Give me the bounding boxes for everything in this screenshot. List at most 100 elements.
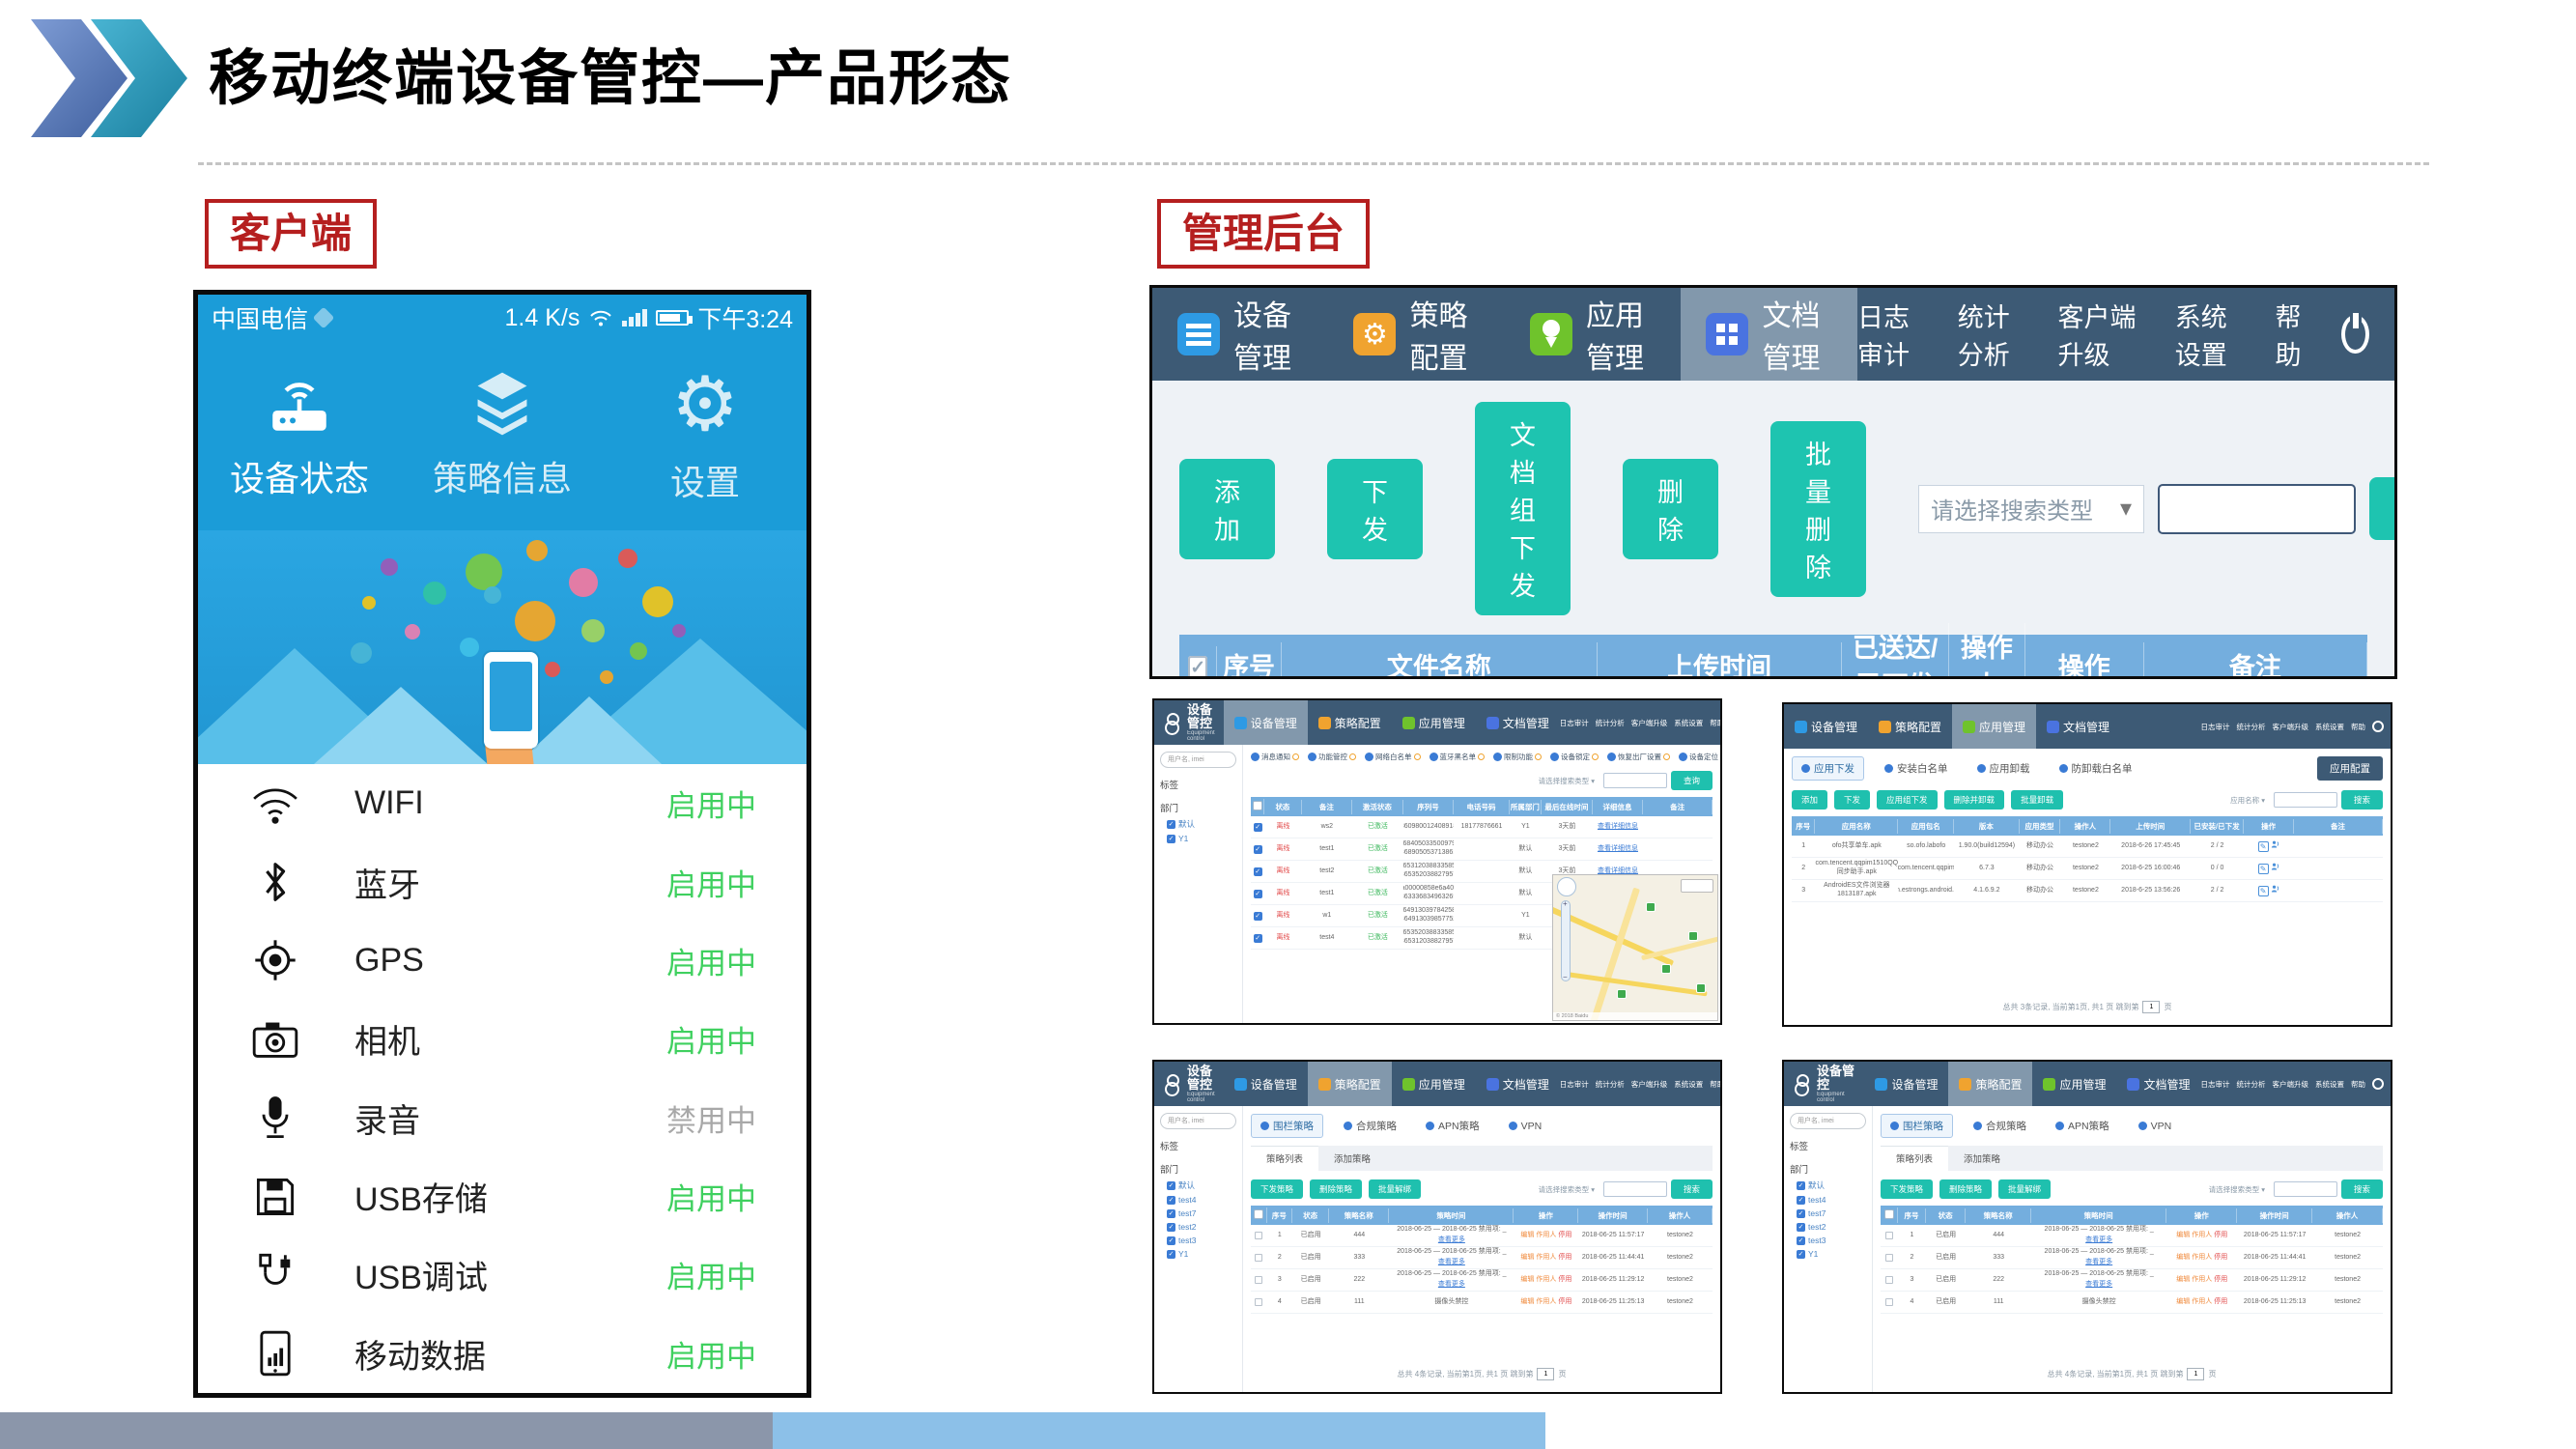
nav-link[interactable]: 统计分析 [2237, 1079, 2266, 1090]
nav-link[interactable]: 帮助 [1710, 718, 1722, 728]
nav-item[interactable]: 策略配置 [1948, 1062, 2032, 1106]
app-config-button[interactable]: 应用配置 [2317, 756, 2383, 781]
nav-item-device-management[interactable]: 设备管理 [1152, 288, 1328, 381]
search-button[interactable]: 查询 [1671, 771, 1713, 790]
nav-item-doc-management[interactable]: 文档管理 [1681, 288, 1856, 381]
toolbar-link[interactable]: 限制功能 [1493, 752, 1542, 762]
cell-text[interactable]: 停用 [2214, 1254, 2227, 1263]
sidebar-tree-item[interactable]: 默认 [1167, 1179, 1236, 1191]
subtab[interactable]: 添加策略 [1948, 1146, 2016, 1171]
nav-link[interactable]: 客户端升级 [1631, 1079, 1668, 1090]
sidebar-tree-item[interactable]: Y1 [1167, 834, 1236, 843]
nav-link-log-audit[interactable]: 日志审计 [1857, 297, 1925, 372]
cell-text[interactable]: 停用 [1558, 1276, 1571, 1285]
sidebar-tree-item[interactable]: 默认 [1167, 818, 1236, 830]
cell-text[interactable]: 停用 [2214, 1276, 2227, 1285]
nav-item[interactable]: 设备管理 [1784, 704, 1868, 749]
nav-item[interactable]: 应用管理 [1952, 704, 2036, 749]
sidebar-search-input[interactable]: 用户名, imei [1160, 752, 1236, 768]
page-input[interactable] [2142, 1001, 2160, 1013]
checkbox-checked-icon[interactable] [1167, 1236, 1175, 1245]
nav-link[interactable]: 客户端升级 [2273, 1079, 2309, 1090]
tab-policy-info[interactable]: 策略信息 [401, 341, 604, 530]
tab[interactable]: 合规策略 [1965, 1115, 2035, 1137]
button[interactable]: 删除策略 [1310, 1179, 1362, 1199]
nav-link[interactable]: 日志审计 [1560, 1079, 1589, 1090]
sidebar-tree-item[interactable]: test4 [1797, 1195, 1866, 1205]
nav-item[interactable]: 策略配置 [1308, 1062, 1392, 1106]
sidebar-tree-item[interactable]: test4 [1167, 1195, 1236, 1205]
button[interactable]: 下发策略 [1251, 1179, 1303, 1199]
search-input[interactable] [1603, 773, 1667, 788]
dispatch-button[interactable]: 下发 [1327, 459, 1423, 559]
sidebar-search-input[interactable]: 用户名, imei [1160, 1113, 1236, 1129]
select-all-checkbox[interactable] [1253, 801, 1262, 810]
person-dispatch-icon[interactable] [2271, 862, 2280, 871]
cell-text[interactable]: 停用 [2214, 1298, 2227, 1307]
nav-link[interactable]: 帮助 [1710, 1079, 1722, 1090]
button[interactable]: 批量解绑 [1998, 1179, 2051, 1199]
sidebar-tree-item[interactable]: test7 [1167, 1208, 1236, 1218]
cell-text[interactable]: 编辑 [2176, 1298, 2190, 1307]
person-dispatch-icon[interactable] [2271, 884, 2280, 896]
tab[interactable]: 围栏策略 [1251, 1114, 1323, 1138]
tab[interactable]: 应用下发 [1792, 756, 1864, 781]
button[interactable]: 批量解绑 [1369, 1179, 1421, 1199]
row-checkbox[interactable] [1254, 912, 1262, 921]
nav-link-client-upgrade[interactable]: 客户端升级 [2058, 297, 2142, 372]
cell-text[interactable]: 作用人 [1536, 1298, 1556, 1307]
row-checkbox[interactable] [1254, 845, 1262, 854]
row-checkbox[interactable] [1254, 934, 1262, 943]
row-checkbox[interactable] [1885, 1276, 1893, 1284]
edit-icon[interactable]: ✎ [2258, 886, 2269, 896]
tab-device-status[interactable]: 设备状态 [198, 341, 401, 530]
checkbox-checked-icon[interactable] [1167, 1250, 1175, 1259]
checkbox-checked-icon[interactable] [1167, 1209, 1175, 1218]
nav-link[interactable]: 日志审计 [2201, 1079, 2230, 1090]
person-dispatch-icon[interactable] [2271, 839, 2280, 849]
nav-item[interactable]: 文档管理 [2036, 704, 2120, 749]
nav-link-statistics[interactable]: 统计分析 [1958, 297, 2025, 372]
sidebar-tree-item[interactable]: test2 [1797, 1222, 1866, 1232]
cell-text[interactable]: 编辑 [2176, 1276, 2190, 1285]
search-type-select[interactable]: 请选择搜索类型 ▾ [1534, 773, 1599, 789]
cell-text[interactable]: 作用人 [2192, 1232, 2212, 1240]
search-input[interactable] [2274, 792, 2337, 808]
toolbar-link[interactable]: 恢复出厂设置 [1607, 752, 1670, 762]
cell-text[interactable]: 作用人 [2192, 1276, 2212, 1285]
row-checkbox[interactable] [1255, 1232, 1262, 1239]
button[interactable]: 下发策略 [1881, 1179, 1933, 1199]
tab[interactable]: 安装白名单 [1876, 757, 1957, 780]
cell-text[interactable]: 停用 [1558, 1254, 1571, 1263]
toolbar-link[interactable]: 设备定位 [1679, 752, 1722, 762]
checkbox-checked-icon[interactable] [1167, 835, 1175, 843]
row-checkbox[interactable] [1254, 867, 1262, 876]
select-all-checkbox[interactable] [1884, 1209, 1894, 1219]
checkbox-checked-icon[interactable] [1167, 820, 1175, 829]
nav-item[interactable]: 设备管理 [1224, 700, 1308, 745]
checkbox-checked-icon[interactable] [1797, 1209, 1805, 1218]
page-input[interactable] [2187, 1368, 2204, 1380]
tab[interactable]: 围栏策略 [1881, 1114, 1953, 1138]
delete-button[interactable]: 删除 [1623, 459, 1718, 559]
cell-text[interactable]: 作用人 [2192, 1254, 2212, 1263]
row-checkbox[interactable] [1255, 1254, 1262, 1262]
row-checkbox[interactable] [1885, 1254, 1893, 1262]
link[interactable]: 查看更多 [1438, 1259, 1465, 1267]
tab[interactable]: APN策略 [1417, 1115, 1488, 1137]
page-input[interactable] [1537, 1368, 1554, 1380]
checkbox-checked-icon[interactable] [1797, 1196, 1805, 1205]
row-checkbox[interactable] [1254, 823, 1262, 832]
subtab[interactable]: 添加策略 [1318, 1146, 1386, 1171]
cell-text[interactable]: 编辑 [1520, 1232, 1534, 1240]
search-button[interactable]: 搜索 [2369, 477, 2397, 540]
power-icon[interactable] [2372, 721, 2384, 732]
nav-link[interactable]: 帮助 [2351, 722, 2365, 732]
nav-item-policy-config[interactable]: ⚙ 策略配置 [1328, 288, 1504, 381]
tab[interactable]: 合规策略 [1335, 1115, 1405, 1137]
edit-icon[interactable]: ✎ [2258, 864, 2269, 874]
link[interactable]: 查看更多 [1438, 1281, 1465, 1290]
nav-item[interactable]: 设备管理 [1864, 1062, 1948, 1106]
cell-text[interactable]: 作用人 [1536, 1232, 1556, 1240]
nav-link[interactable]: 系统设置 [1674, 1079, 1703, 1090]
